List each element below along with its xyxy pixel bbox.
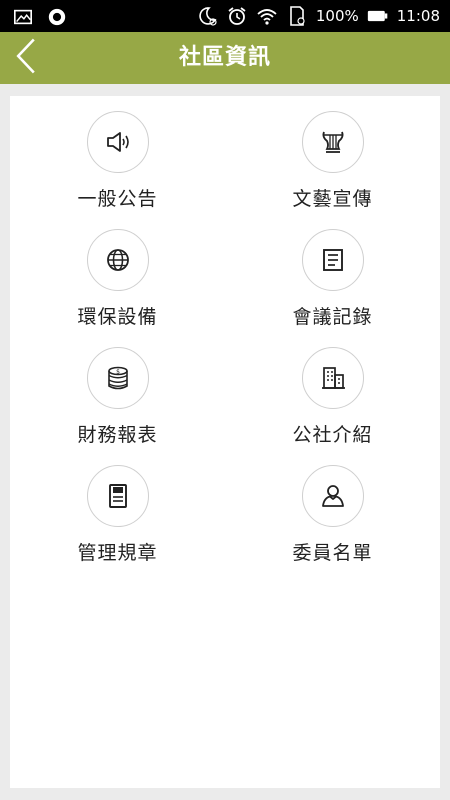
sd-card-icon [286, 5, 308, 27]
app-header: 社區資訊 [0, 32, 450, 84]
lyre-icon [301, 111, 364, 173]
menu-item-label: 會議記錄 [292, 306, 373, 328]
gallery-icon [12, 6, 34, 28]
battery-icon [367, 5, 389, 27]
menu-item-finance[interactable]: $ 財務報表 [10, 332, 225, 450]
megaphone-icon [86, 111, 149, 173]
menu-item-minutes[interactable]: 會議記錄 [225, 214, 440, 332]
document-icon [301, 229, 364, 291]
globe-icon [86, 229, 149, 291]
menu-item-label: 公社介紹 [292, 424, 373, 446]
clock: 11:08 [396, 7, 440, 25]
menu-item-label: 一般公告 [77, 188, 158, 210]
coins-icon: $ [86, 347, 149, 409]
wifi-icon [256, 5, 278, 27]
menu-item-environment[interactable]: 環保設備 [10, 214, 225, 332]
menu-item-rules[interactable]: 管理規章 [10, 450, 225, 568]
menu-item-about[interactable]: 公社介紹 [225, 332, 440, 450]
rules-icon [86, 465, 149, 527]
alarm-icon [226, 5, 248, 27]
menu-item-committee[interactable]: 委員名單 [225, 450, 440, 568]
moon-alarm-icon [196, 5, 218, 27]
person-icon [301, 465, 364, 527]
menu-item-label: 委員名單 [292, 542, 373, 564]
menu-item-label: 文藝宣傳 [292, 188, 373, 210]
menu-item-label: 財務報表 [77, 424, 158, 446]
menu-item-announcements[interactable]: 一般公告 [10, 96, 225, 214]
svg-text:$: $ [116, 369, 120, 376]
record-icon [46, 6, 68, 28]
status-bar: 100% 11:08 [0, 0, 450, 32]
page-title: 社區資訊 [178, 45, 271, 70]
building-icon [301, 347, 364, 409]
menu-item-label: 環保設備 [77, 306, 158, 328]
content-card: 一般公告 文藝宣傳 環保設備 會議記錄 $ 財務報表 公社介紹 管理規章 委員名… [10, 96, 440, 788]
menu-item-label: 管理規章 [77, 542, 158, 564]
battery-percent: 100% [315, 7, 359, 25]
menu-item-arts[interactable]: 文藝宣傳 [225, 96, 440, 214]
